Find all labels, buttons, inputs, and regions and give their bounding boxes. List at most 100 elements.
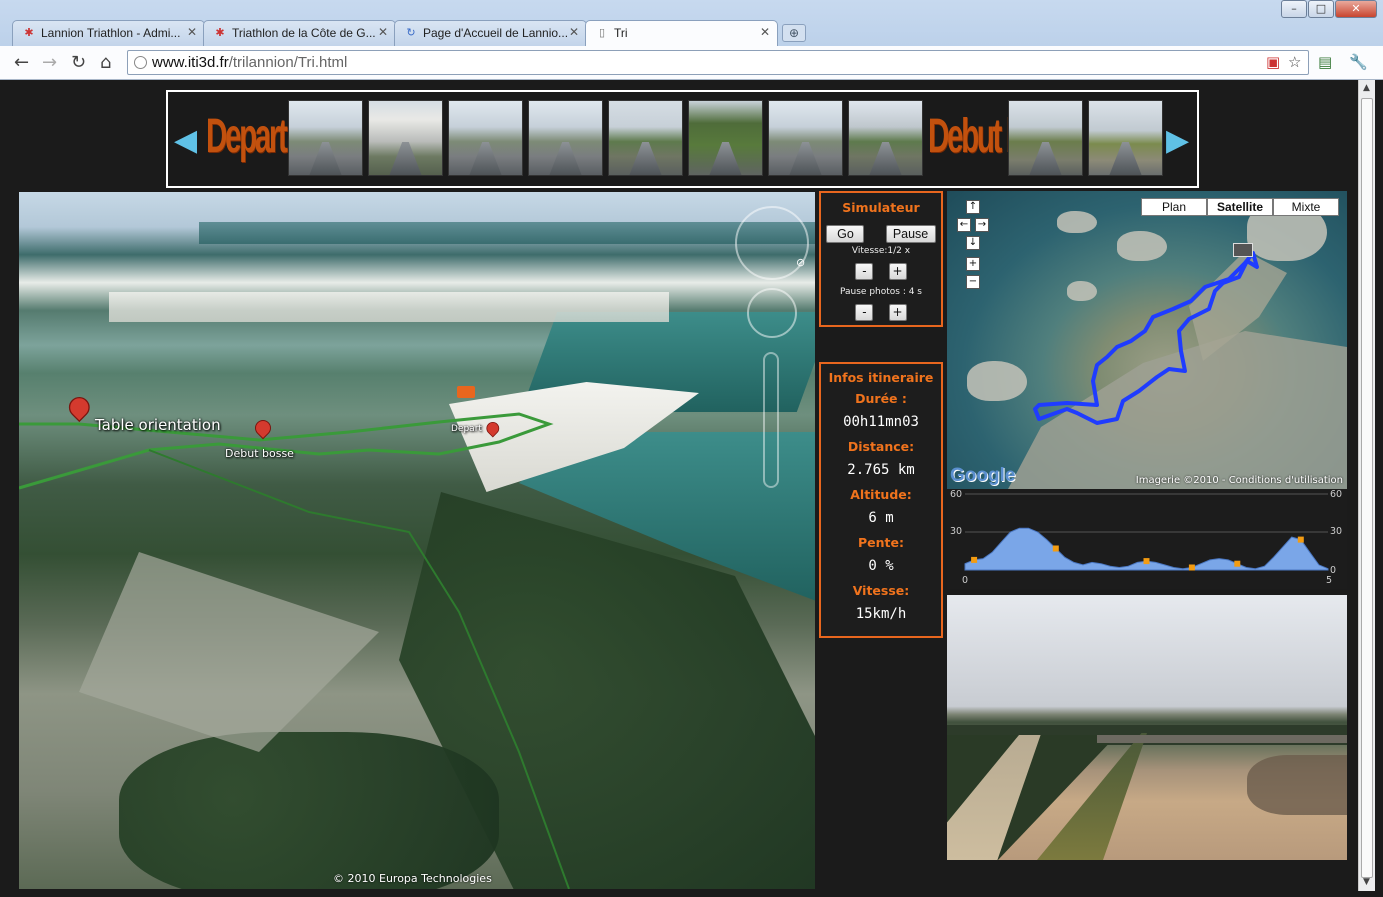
strip-photo[interactable] (688, 100, 763, 176)
vertical-scrollbar[interactable]: ▲ ▼ (1358, 80, 1375, 891)
distance-label: Distance: (847, 439, 915, 454)
map-pin-icon[interactable] (69, 397, 87, 423)
speed-decrease-button[interactable]: - (855, 263, 874, 280)
wrench-icon[interactable]: 🔧 (1349, 53, 1368, 71)
strip-photo[interactable] (528, 100, 603, 176)
globe-icon (134, 56, 147, 69)
strip-label-depart: Depart (206, 110, 288, 163)
elevation-profile: 60 30 60 30 0 0 5 (947, 489, 1347, 589)
tab-close-icon[interactable]: ✕ (760, 25, 770, 39)
strip-photo[interactable] (848, 100, 923, 176)
photo-marker (971, 556, 978, 563)
camera-icon[interactable] (457, 386, 475, 398)
strip-photo[interactable] (448, 100, 523, 176)
scrollbar-thumb[interactable] (1361, 98, 1373, 878)
marker-label-debut-bosse: Debut bosse (225, 447, 294, 460)
next-arrow-icon[interactable]: ▶ (1166, 126, 1194, 156)
tab-triathlon-cote[interactable]: ✱ Triathlon de la Côte de G... ✕ (203, 20, 396, 46)
tab-label: Triathlon de la Côte de G... (232, 26, 376, 40)
speed-label: Vitesse:1/2 x (851, 246, 911, 256)
elevation-chart (964, 493, 1329, 571)
altitude-label: Altitude: (850, 487, 912, 502)
pause-button[interactable]: Pause (885, 225, 936, 243)
page-menu-icon[interactable]: ▤ (1318, 53, 1332, 71)
tab-label: Tri (614, 26, 628, 40)
slope-value: 0 % (868, 558, 894, 574)
pan-up-icon[interactable]: ↑ (966, 200, 980, 214)
tab-page-accueil[interactable]: ↻ Page d'Accueil de Lannio... ✕ (394, 20, 587, 46)
strip-photo[interactable] (1008, 100, 1083, 176)
strip-photo[interactable] (1088, 100, 1163, 176)
zoom-out-icon[interactable]: − (966, 275, 980, 289)
google-logo: Google (950, 465, 1016, 486)
speed-increase-button[interactable]: + (888, 263, 907, 280)
rocks (1247, 755, 1347, 815)
route-overlay (1033, 251, 1259, 425)
tab-lannion-admin[interactable]: ✱ Lannion Triathlon - Admi... ✕ (12, 20, 205, 46)
info-title: Infos itineraire (828, 370, 934, 385)
zoom-in-icon[interactable]: + (966, 257, 980, 271)
earth-copyright: © 2010 Europa Technologies (333, 872, 492, 885)
duration-label: Durée : (855, 391, 907, 406)
map-copyright[interactable]: Imagerie ©2010 - Conditions d'utilisatio… (1136, 475, 1343, 486)
north-reset-icon[interactable]: ⊘ (796, 256, 805, 269)
photo-marker (1188, 564, 1195, 571)
map-type-satellite[interactable]: Satellite (1207, 198, 1273, 216)
minimize-icon[interactable]: – (1281, 0, 1307, 18)
tab-close-icon[interactable]: ✕ (569, 25, 579, 39)
speed-info-label: Vitesse: (852, 583, 910, 598)
strip-photo[interactable] (368, 100, 443, 176)
duration-value: 00h11mn03 (843, 414, 919, 430)
photo-pause-decrease-button[interactable]: - (855, 304, 874, 321)
map-pin-icon[interactable] (486, 422, 497, 438)
photo-strip: ◀ Depart Debut bosse ▶ (166, 90, 1199, 188)
close-window-icon[interactable]: ✕ (1335, 0, 1377, 18)
forward-icon[interactable]: → (42, 52, 57, 73)
joomla-icon: ✱ (215, 27, 225, 39)
pan-control-icon[interactable] (747, 288, 797, 338)
strip-photo[interactable] (768, 100, 843, 176)
map-type-plan[interactable]: Plan (1141, 198, 1207, 216)
zoom-slider[interactable] (763, 352, 779, 488)
home-icon[interactable]: ⌂ (100, 52, 111, 73)
new-tab-button[interactable]: ⊕ (782, 24, 806, 42)
strip-photo[interactable] (288, 100, 363, 176)
route-info-panel: Infos itineraire Durée : 00h11mn03 Dista… (819, 362, 943, 638)
pan-left-icon[interactable]: ← (957, 218, 971, 232)
photo-marker (1234, 560, 1241, 567)
scroll-up-icon[interactable]: ▲ (1363, 83, 1370, 93)
simulator-title: Simulateur (842, 200, 920, 215)
translate-icon[interactable]: ▣ (1266, 53, 1280, 71)
strip-photo[interactable] (608, 100, 683, 176)
back-icon[interactable]: ← (14, 52, 29, 73)
page-icon: ▯ (598, 27, 606, 39)
distance-value: 2.765 km (847, 462, 915, 478)
tab-tri[interactable]: ▯ Tri ✕ (585, 20, 778, 46)
tab-close-icon[interactable]: ✕ (187, 25, 197, 39)
marker-label-table-orientation: Table orientation (95, 416, 221, 434)
window-controls: – □ ✕ (1280, 0, 1377, 18)
map-pin-icon[interactable] (255, 420, 269, 440)
go-button[interactable]: Go (826, 225, 865, 243)
earth-3d-view[interactable]: ⊘ Table orientation Debut bosse Depart ©… (19, 192, 815, 889)
pan-down-icon[interactable]: ↓ (966, 236, 980, 250)
camera-position-icon (1233, 243, 1253, 257)
reload-icon[interactable]: ↻ (71, 52, 86, 73)
address-bar[interactable]: www.iti3d.fr/trilannion/Tri.html (127, 50, 1309, 75)
browser-chrome: – □ ✕ ✱ Lannion Triathlon - Admi... ✕ ✱ Tri… (0, 0, 1383, 80)
map-type-mixte[interactable]: Mixte (1273, 198, 1339, 216)
photo-pause-increase-button[interactable]: + (888, 304, 907, 321)
maximize-icon[interactable]: □ (1308, 0, 1334, 18)
bookmark-star-icon[interactable]: ☆ (1288, 53, 1301, 71)
scroll-down-icon[interactable]: ▼ (1363, 877, 1370, 887)
previous-arrow-icon[interactable]: ◀ (174, 126, 202, 156)
simulator-panel: Simulateur Go Pause Vitesse:1/2 x - + Pa… (819, 191, 943, 327)
pan-right-icon[interactable]: → (975, 218, 989, 232)
speed-value: 15km/h (855, 606, 907, 622)
photo-marker (1297, 536, 1304, 543)
tab-close-icon[interactable]: ✕ (378, 25, 388, 39)
photo-marker (1143, 558, 1150, 565)
satellite-map[interactable]: Plan Satellite Mixte ↑ ← → ↓ + − Google … (947, 191, 1347, 489)
photo-marker (1052, 545, 1059, 552)
tab-label: Lannion Triathlon - Admi... (41, 26, 181, 40)
